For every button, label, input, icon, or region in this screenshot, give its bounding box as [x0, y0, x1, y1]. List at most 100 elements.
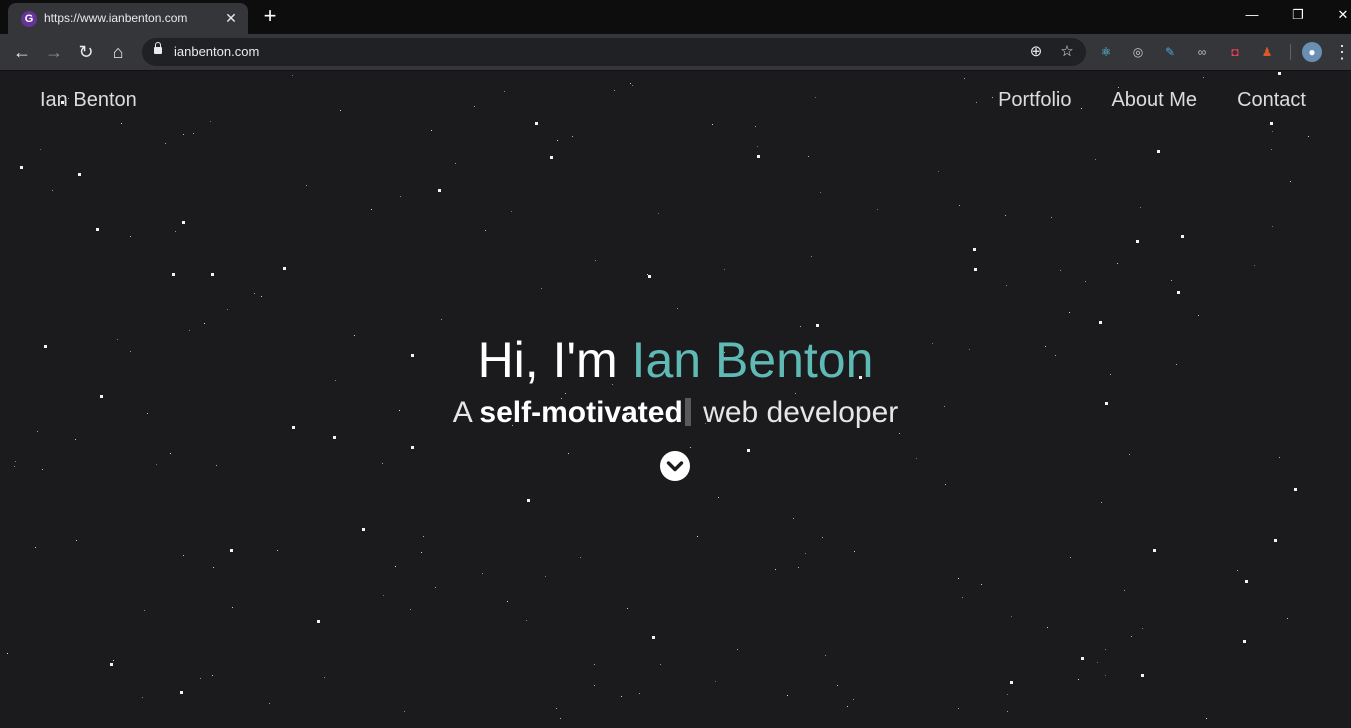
tab-title: https://www.ianbenton.com — [44, 11, 188, 25]
star — [1171, 280, 1172, 281]
browser-toolbar: ← → ↻ ⌂ ianbenton.com ⊕ ☆ ⚛ ◎ ✎ ∞ ◘ ♟ ● ⋮ — [0, 34, 1351, 71]
star — [800, 326, 801, 327]
bookmark-star-icon[interactable]: ☆ — [1057, 42, 1077, 62]
star — [371, 209, 372, 210]
pocket-icon[interactable]: ◘ — [1225, 42, 1245, 62]
star — [165, 143, 166, 144]
star — [431, 130, 432, 131]
star — [1198, 315, 1199, 316]
nav-contact-link[interactable]: Contact — [1237, 89, 1306, 112]
star — [75, 439, 76, 440]
star — [1290, 181, 1291, 182]
minimize-button[interactable]: — — [1229, 0, 1275, 30]
mascot-icon[interactable]: ♟ — [1257, 42, 1277, 62]
reload-button[interactable]: ↻ — [75, 41, 97, 63]
star — [1081, 657, 1084, 660]
star — [404, 711, 405, 712]
star — [541, 288, 542, 289]
eyedropper-icon[interactable]: ✎ — [1160, 42, 1180, 62]
star — [1010, 681, 1013, 684]
star — [261, 296, 262, 297]
star — [395, 566, 396, 567]
star — [7, 653, 8, 654]
react-devtools-icon[interactable]: ⚛ — [1096, 42, 1116, 62]
star — [1272, 226, 1273, 227]
star — [142, 697, 143, 698]
star — [410, 609, 411, 610]
star — [277, 550, 278, 551]
star — [52, 190, 53, 191]
star — [156, 464, 157, 465]
star — [113, 660, 114, 661]
star — [40, 149, 41, 150]
star — [757, 146, 758, 147]
address-url[interactable]: ianbenton.com — [174, 44, 259, 59]
install-icon[interactable]: ⊕ — [1026, 42, 1046, 62]
star — [614, 90, 615, 91]
star — [652, 636, 655, 639]
star — [1294, 488, 1297, 491]
star — [504, 91, 505, 92]
star — [110, 663, 113, 666]
incognito-icon[interactable]: ∞ — [1192, 42, 1212, 62]
star — [254, 293, 255, 294]
target-icon[interactable]: ◎ — [1128, 42, 1148, 62]
star — [200, 678, 201, 679]
star — [737, 649, 738, 650]
close-tab-icon[interactable]: ✕ — [222, 9, 240, 27]
profile-avatar[interactable]: ● — [1302, 42, 1322, 62]
star — [362, 528, 365, 531]
nav-about-link[interactable]: About Me — [1111, 89, 1197, 112]
star — [853, 699, 854, 700]
star — [15, 461, 16, 462]
address-bar[interactable]: ianbenton.com ⊕ ☆ — [142, 38, 1086, 66]
star — [690, 447, 691, 448]
forward-button[interactable]: → — [43, 41, 65, 63]
home-button[interactable]: ⌂ — [107, 41, 129, 63]
star — [560, 718, 561, 719]
new-tab-button[interactable]: + — [257, 5, 283, 29]
browser-tab[interactable]: G https://www.ianbenton.com ✕ — [8, 3, 248, 34]
chrome-menu-icon[interactable]: ⋮ — [1333, 41, 1351, 63]
star — [1007, 694, 1008, 695]
star — [1270, 122, 1273, 125]
star — [1118, 87, 1119, 88]
star — [180, 691, 183, 694]
star — [455, 163, 456, 164]
restore-button[interactable]: ❐ — [1275, 0, 1321, 30]
typing-cursor — [684, 398, 691, 426]
star — [227, 309, 228, 310]
star — [632, 85, 633, 86]
site-brand-link[interactable]: Ian Benton — [40, 89, 137, 112]
star — [630, 83, 631, 84]
scroll-down-button[interactable] — [660, 451, 690, 481]
star — [35, 547, 36, 548]
star — [958, 578, 959, 579]
star — [820, 192, 821, 193]
star — [877, 209, 878, 210]
star — [724, 269, 725, 270]
hero-section: Hi, I'm Ian Benton A self-motivated web … — [0, 329, 1351, 433]
star — [210, 121, 211, 122]
star — [212, 675, 213, 676]
close-window-button[interactable]: ✕ — [1320, 0, 1351, 30]
star — [1131, 636, 1132, 637]
back-button[interactable]: ← — [11, 41, 33, 63]
star — [421, 552, 422, 553]
star — [775, 569, 776, 570]
hero-name: Ian Benton — [631, 332, 874, 388]
lock-icon[interactable] — [154, 42, 162, 54]
nav-portfolio-link[interactable]: Portfolio — [998, 89, 1071, 112]
star — [485, 230, 486, 231]
star — [1142, 628, 1143, 629]
chevron-down-icon — [666, 461, 684, 472]
star — [973, 248, 976, 251]
star — [648, 275, 651, 278]
star — [815, 97, 816, 98]
star — [1272, 131, 1273, 132]
star — [1181, 235, 1184, 238]
star — [715, 681, 716, 682]
star — [121, 123, 122, 124]
star — [182, 221, 185, 224]
star — [130, 236, 131, 237]
